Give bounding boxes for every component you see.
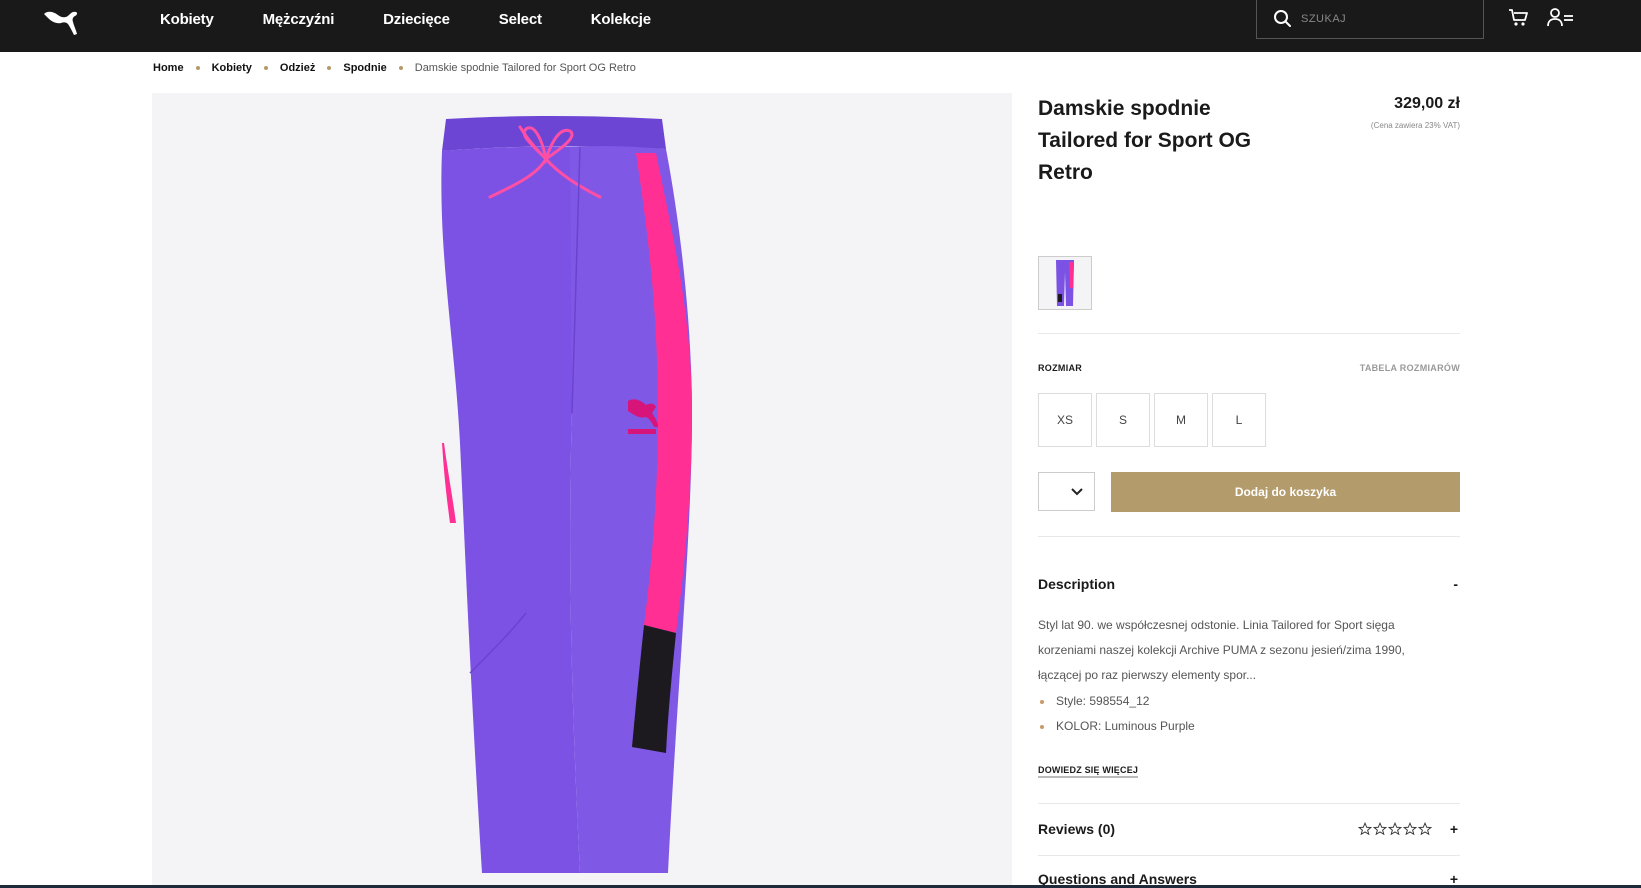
breadcrumb-separator: [398, 66, 403, 70]
star-empty-icon: [1417, 822, 1432, 836]
style-code: Style: 598554_12: [1056, 694, 1150, 708]
bullet-dot: [1040, 699, 1044, 704]
chevron-down-icon: [1071, 487, 1083, 495]
color-name: KOLOR: Luminous Purple: [1056, 719, 1195, 733]
breadcrumb-home[interactable]: Home: [153, 62, 184, 74]
size-selector: XS S M L: [1038, 393, 1270, 447]
product-thumbnail[interactable]: [1038, 256, 1092, 310]
breadcrumb-spodnie[interactable]: Spodnie: [343, 62, 386, 74]
list-item: Style: 598554_12: [1038, 689, 1448, 714]
size-label: ROZMIAR: [1038, 363, 1083, 373]
breadcrumb-current: Damskie spodnie Tailored for Sport OG Re…: [414, 62, 636, 74]
product-image[interactable]: [430, 113, 750, 888]
star-empty-icon: [1372, 822, 1387, 836]
search-input[interactable]: [1301, 13, 1471, 25]
description-bullets: Style: 598554_12 KOLOR: Luminous Purple: [1038, 689, 1448, 739]
divider: [1038, 803, 1460, 804]
breadcrumb-separator: [263, 66, 268, 70]
nav-item-kolekcje[interactable]: Kolekcje: [591, 11, 651, 28]
account-menu-icon[interactable]: [1547, 7, 1575, 29]
bullet-dot: [1040, 724, 1044, 729]
breadcrumb-odziez[interactable]: Odzież: [280, 62, 315, 74]
size-option-xs[interactable]: XS: [1038, 393, 1092, 447]
breadcrumb: Home Kobiety Odzież Spodnie Damskie spod…: [153, 62, 636, 74]
expand-toggle[interactable]: +: [1450, 821, 1458, 837]
rating-stars: [1357, 822, 1432, 836]
star-empty-icon: [1387, 822, 1402, 836]
reviews-accordion-header[interactable]: Reviews (0) +: [1038, 821, 1460, 837]
nav-item-kobiety[interactable]: Kobiety: [160, 11, 214, 28]
breadcrumb-separator: [195, 66, 200, 70]
star-empty-icon: [1402, 822, 1417, 836]
size-option-l[interactable]: L: [1212, 393, 1266, 447]
size-option-m[interactable]: M: [1154, 393, 1208, 447]
divider: [1038, 536, 1460, 537]
nav-item-select[interactable]: Select: [499, 11, 542, 28]
description-accordion-header[interactable]: Description -: [1038, 576, 1460, 592]
top-navigation-bar: Kobiety Mężczyźni Dziecięce Select Kolek…: [0, 0, 1641, 52]
search-box: [1256, 0, 1484, 39]
vat-note: (Cena zawiera 23% VAT): [1370, 121, 1460, 130]
description-text: Styl lat 90. we współczesnej odstonie. L…: [1038, 618, 1405, 682]
list-item: KOLOR: Luminous Purple: [1038, 714, 1448, 739]
product-price: 329,00 zł: [1394, 95, 1460, 112]
product-title: Damskie spodnie Tailored for Sport OG Re…: [1038, 97, 1252, 184]
quantity-select[interactable]: [1038, 472, 1095, 511]
nav-item-dzieciece[interactable]: Dziecięce: [383, 11, 450, 28]
main-nav: Kobiety Mężczyźni Dziecięce Select Kolek…: [160, 0, 700, 38]
size-option-s[interactable]: S: [1096, 393, 1150, 447]
search-icon[interactable]: [1273, 9, 1293, 29]
product-gallery[interactable]: [152, 93, 1012, 888]
divider: [1038, 855, 1460, 856]
description-heading: Description: [1038, 576, 1116, 592]
add-to-cart-button[interactable]: Dodaj do koszyka: [1111, 472, 1460, 512]
cart-icon[interactable]: [1508, 8, 1530, 28]
breadcrumb-separator: [327, 66, 332, 70]
reviews-right: +: [1357, 821, 1460, 837]
collapse-toggle[interactable]: -: [1453, 576, 1458, 592]
reviews-heading: Reviews (0): [1038, 821, 1116, 837]
divider: [1038, 333, 1460, 334]
star-empty-icon: [1357, 822, 1372, 836]
puma-logo-icon[interactable]: [42, 6, 82, 40]
breadcrumb-kobiety[interactable]: Kobiety: [212, 62, 252, 74]
thumbnail-pants-image: [1056, 260, 1074, 306]
nav-item-mezczyzni[interactable]: Mężczyźni: [263, 11, 335, 28]
size-chart-link[interactable]: TABELA ROZMIARÓW: [1360, 363, 1460, 373]
learn-more-link[interactable]: DOWIEDZ SIĘ WIĘCEJ: [1038, 765, 1139, 778]
